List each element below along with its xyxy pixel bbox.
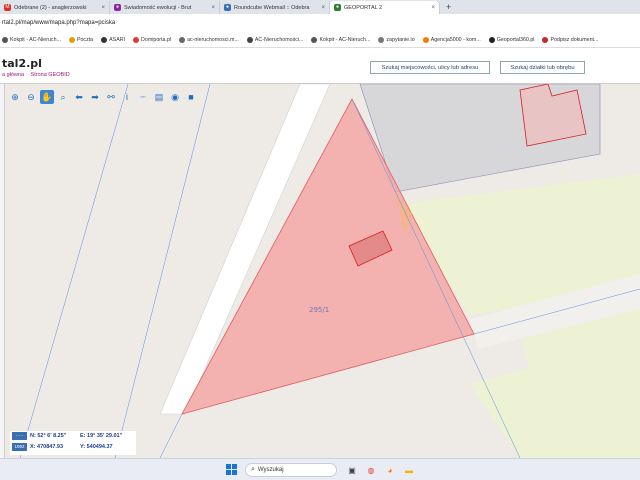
bookmark-label: Domiporta.pl	[141, 36, 172, 43]
bookmark-label: Kokpit - AC-Nieruch...	[10, 36, 61, 43]
bookmark-favicon-icon	[101, 36, 108, 43]
tab-title: GEOPORTAL 2	[344, 4, 383, 11]
task-view-icon[interactable]: ▣	[345, 463, 359, 477]
tab-close-icon[interactable]: ×	[431, 5, 435, 11]
taskbar-search-text: Wyszukaj	[257, 467, 284, 473]
zoom-in-icon[interactable]: ⊕	[8, 90, 22, 104]
tab-title: Świadomość ewolucji - Brut	[124, 4, 192, 11]
coord-system-wgs-box[interactable]: - - -	[12, 432, 27, 440]
bookmark-item[interactable]: Domiporta.pl	[133, 36, 172, 43]
chrome-icon[interactable]: ◍	[364, 463, 378, 477]
bookmark-item[interactable]: ac-nieruchomosci.m...	[179, 36, 239, 43]
bookmark-favicon-icon	[246, 36, 253, 43]
url-text[interactable]: rtal2.pl/map/www/mapa.php?mapa=pciska	[2, 20, 115, 26]
camera-icon[interactable]: ■	[184, 90, 198, 104]
site-header: tal2.pl a główna Strona GEOBID Szukaj mi…	[0, 48, 640, 84]
bookmark-favicon-icon	[2, 36, 8, 43]
bookmark-label: ac-nieruchomosci.m...	[187, 36, 239, 43]
windows-start-icon[interactable]	[226, 464, 237, 475]
bookmark-label: Podpisz dokument...	[550, 36, 599, 43]
forward-arrow-icon[interactable]: ➡	[88, 90, 102, 104]
home-link[interactable]: a główna	[2, 72, 24, 78]
tab-title: Odebrane (2) - anaglerzowski	[14, 4, 87, 11]
bookmark-label: zapytanie.io	[386, 36, 415, 43]
link-icon[interactable]: ⚯	[104, 90, 118, 104]
tab-title: Roundcube Webmail :: Odebra	[234, 4, 310, 11]
search-address-button[interactable]: Szukaj miejscowości, ulicy lub adresu	[370, 61, 490, 74]
firefox-icon[interactable]: ◕	[383, 463, 397, 477]
parcel-number-label: 295/1	[309, 306, 330, 314]
bookmark-favicon-icon	[378, 36, 385, 43]
zoom-box-icon[interactable]: ⌕	[56, 90, 70, 104]
bookmark-item[interactable]: AC-Nieruchomości...	[246, 36, 304, 43]
pan-hand-icon[interactable]: ✋	[40, 90, 54, 104]
print-icon[interactable]: ▤	[152, 90, 166, 104]
info-icon[interactable]: i	[120, 90, 134, 104]
bookmark-favicon-icon	[542, 36, 549, 43]
podcast-icon: ●	[114, 4, 121, 11]
coord-y: Y: 540494.37	[80, 444, 113, 450]
bookmark-label: Geoportal360.pl	[496, 36, 535, 43]
coord-e: E: 19° 35' 29.01"	[80, 433, 123, 439]
bookmark-favicon-icon	[311, 36, 318, 43]
tab-close-icon[interactable]: ×	[321, 5, 325, 11]
bookmark-favicon-icon	[68, 36, 75, 43]
measure-icon[interactable]: ┈	[136, 90, 150, 104]
back-arrow-icon[interactable]: ⬅	[72, 90, 86, 104]
search-icon: ⌕	[251, 466, 255, 473]
bookmark-item[interactable]: Geoportal360.pl	[488, 36, 535, 43]
address-bar[interactable]: rtal2.pl/map/www/mapa.php?mapa=pciska	[0, 14, 640, 32]
browser-tab[interactable]: M Odebrane (2) - anaglerzowski ×	[0, 1, 110, 14]
bookmark-item[interactable]: Kokpit - AC-Nieruch...	[2, 36, 61, 43]
browser-tab[interactable]: ● Roundcube Webmail :: Odebra ×	[220, 1, 330, 14]
bookmark-label: ASARI	[109, 36, 126, 43]
bookmark-item[interactable]: Poczta	[68, 36, 94, 43]
coord-system-1992-box[interactable]: 1992	[12, 443, 27, 451]
bookmark-label: Agencja5000 - kom...	[430, 36, 481, 43]
bookmark-label: Kokpit - AC-Nieruch...	[319, 36, 371, 43]
bookmark-favicon-icon	[133, 36, 140, 43]
gmail-icon: M	[4, 4, 11, 11]
taskbar-search-box[interactable]: ⌕ Wyszukaj	[245, 463, 337, 477]
bookmark-item[interactable]: zapytanie.io	[378, 36, 415, 43]
map-view[interactable]: ⊕ ⊖ ✋ ⌕ ⬅ ➡ ⚯ i ┈ ▤ ◉ ■ 295/1 - - - 1992 N: 52° 6' …	[0, 84, 640, 458]
tab-close-icon[interactable]: ×	[211, 5, 215, 11]
browser-tab[interactable]: ● GEOPORTAL 2 ×	[330, 1, 440, 14]
bookmark-favicon-icon	[488, 36, 495, 43]
file-explorer-icon[interactable]: ▬	[402, 463, 416, 477]
bookmark-favicon-icon	[179, 36, 186, 43]
site-links: a główna Strona GEOBID	[2, 72, 75, 78]
bookmark-item[interactable]: Podpisz dokument...	[542, 36, 599, 43]
site-logo[interactable]: tal2.pl	[2, 57, 42, 70]
bookmarks-bar: Kokpit - AC-Nieruch... Poczta ASARI Domipor…	[0, 32, 640, 48]
bookmark-favicon-icon	[422, 36, 429, 43]
browser-tab-strip: M Odebrane (2) - anaglerzowski × ● Świadomoś…	[0, 0, 640, 14]
roundcube-icon: ●	[224, 4, 231, 11]
zoom-out-icon[interactable]: ⊖	[24, 90, 38, 104]
globe-icon[interactable]: ◉	[168, 90, 182, 104]
map-canvas[interactable]	[0, 84, 640, 458]
tab-close-icon[interactable]: ×	[101, 5, 105, 11]
bookmark-item[interactable]: Kokpit - AC-Nieruch...	[311, 36, 371, 43]
coord-x: X: 470847.93	[30, 444, 64, 450]
new-tab-button[interactable]: +	[440, 1, 457, 14]
bookmark-item[interactable]: ASARI	[101, 36, 126, 43]
geoportal-icon: ●	[334, 4, 341, 11]
browser-tab[interactable]: ● Świadomość ewolucji - Brut ×	[110, 1, 220, 14]
coordinates-panel: - - - 1992 N: 52° 6' 8.25" E: 19° 35' 29…	[10, 431, 136, 455]
search-parcel-button[interactable]: Szukaj działki lub obrębu	[500, 61, 585, 74]
map-toolbar: ⊕ ⊖ ✋ ⌕ ⬅ ➡ ⚯ i ┈ ▤ ◉ ■	[8, 88, 198, 106]
windows-taskbar: ⌕ Wyszukaj ▣ ◍ ◕ ▬	[0, 458, 640, 480]
coord-n: N: 52° 6' 8.25"	[30, 433, 67, 439]
bookmark-item[interactable]: Agencja5000 - kom...	[422, 36, 481, 43]
bookmark-label: AC-Nieruchomości...	[254, 36, 304, 43]
geobid-link[interactable]: Strona GEOBID	[31, 72, 70, 78]
left-panel-strip[interactable]	[0, 84, 5, 458]
bookmark-label: Poczta	[76, 36, 94, 43]
